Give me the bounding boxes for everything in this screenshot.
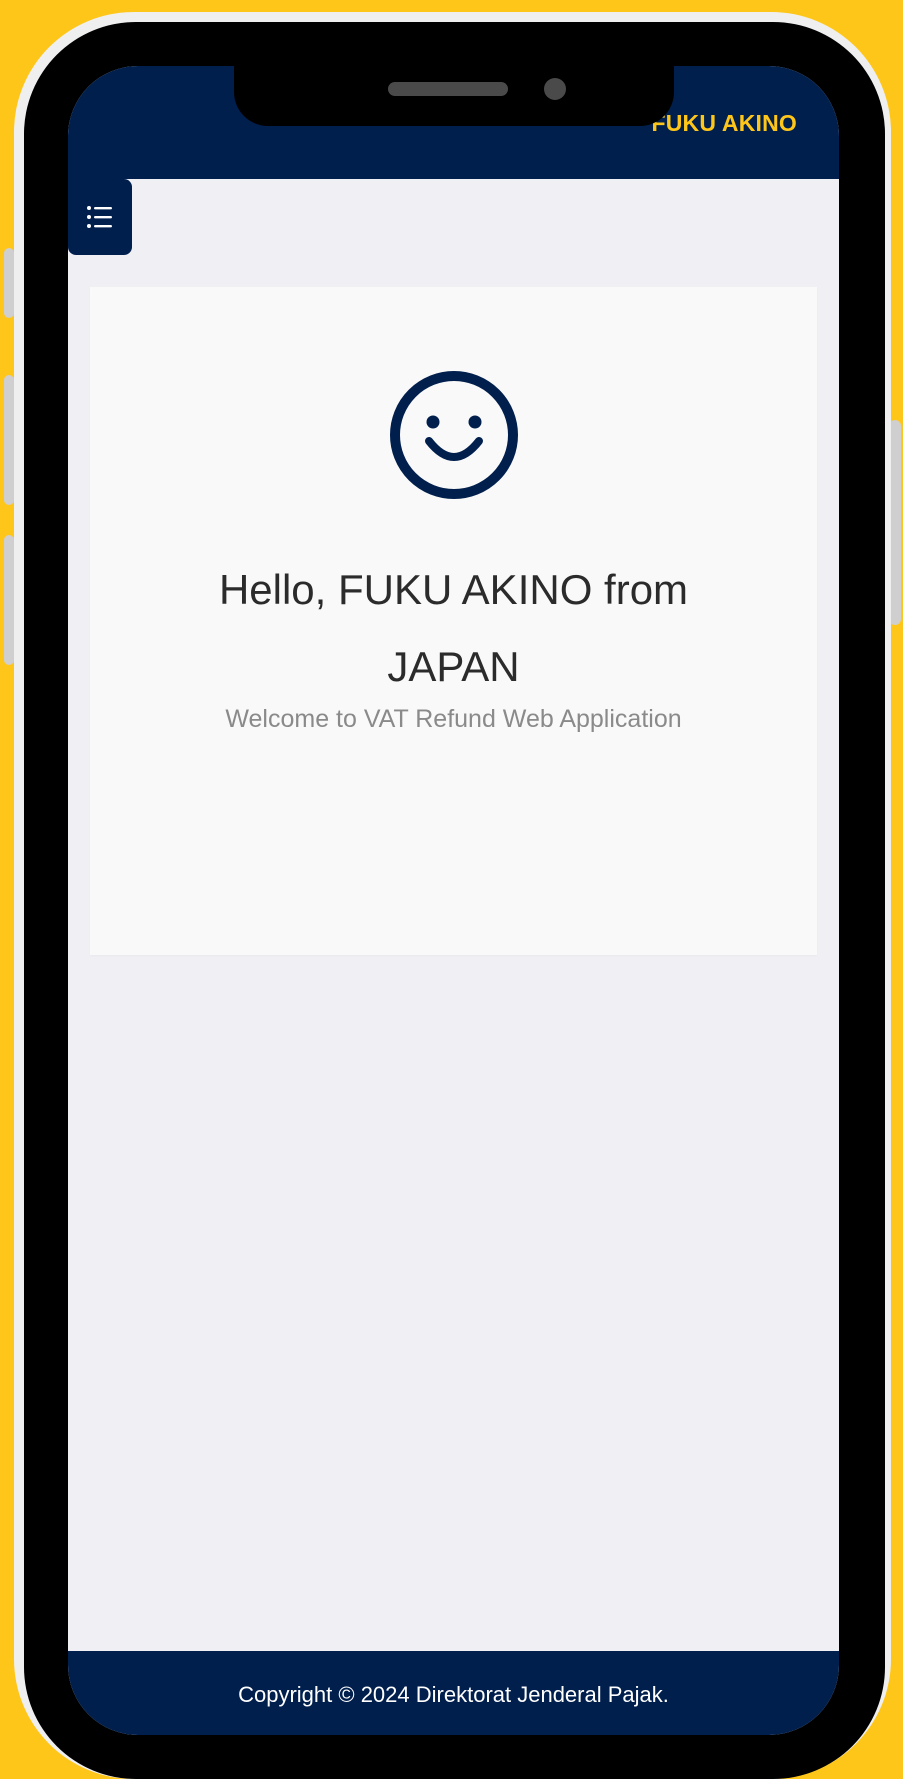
volume-down-button [4, 535, 14, 665]
front-camera [544, 78, 566, 100]
app-footer: Copyright © 2024 Direktorat Jenderal Paj… [68, 1651, 839, 1735]
smiley-icon [390, 371, 518, 499]
phone-screen: FUKU AKINO Hello, FUKU AKINO from JAPAN … [68, 66, 839, 1735]
header-user-name[interactable]: FUKU AKINO [651, 110, 797, 137]
volume-mute-switch [4, 248, 14, 318]
phone-notch [234, 66, 674, 126]
greeting-heading: Hello, FUKU AKINO from JAPAN [218, 566, 689, 690]
welcome-subtitle: Welcome to VAT Refund Web Application [225, 705, 682, 733]
copyright-text: Copyright © 2024 Direktorat Jenderal Paj… [238, 1682, 669, 1707]
sidebar-toggle-button[interactable] [68, 179, 132, 255]
speaker-grille [388, 82, 508, 96]
welcome-card: Hello, FUKU AKINO from JAPAN Welcome to … [90, 287, 817, 955]
volume-up-button [4, 375, 14, 505]
list-icon [87, 206, 112, 228]
